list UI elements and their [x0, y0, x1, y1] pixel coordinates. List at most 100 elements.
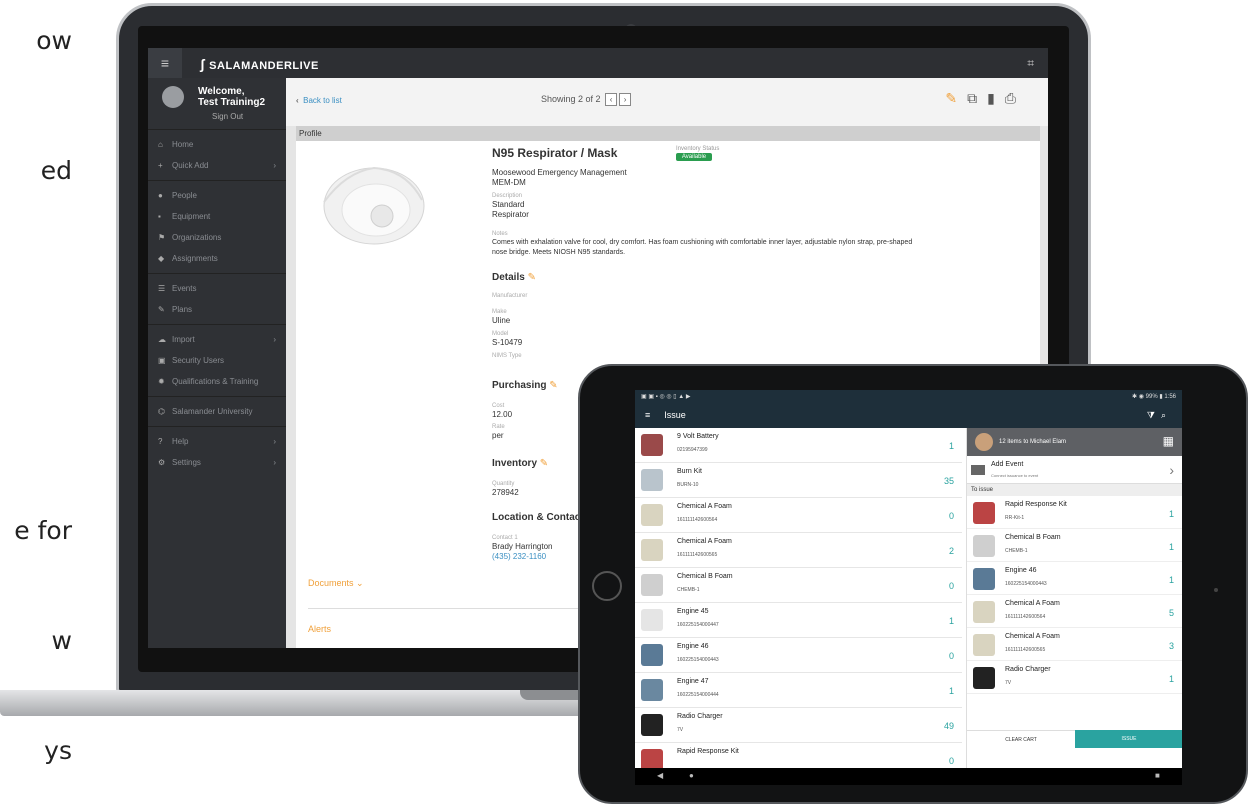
- truck-icon: [973, 535, 995, 557]
- sidebar-item-plans[interactable]: ✎ Plans: [148, 299, 286, 320]
- qr-code-icon[interactable]: ▦: [1163, 434, 1174, 448]
- org-name: Moosewood Emergency Management: [492, 168, 627, 177]
- home-icon[interactable]: ●: [689, 771, 694, 780]
- item-name: Rapid Response Kit: [677, 748, 739, 755]
- edit-purchasing-icon[interactable]: ✎: [549, 380, 557, 391]
- item-id: 160225154000443: [1005, 581, 1047, 587]
- sidebar-item-qualifications[interactable]: ✹ Qualifications & Training: [148, 371, 286, 392]
- search-icon[interactable]: ⌕: [1161, 410, 1172, 420]
- edit-inventory-icon[interactable]: ✎: [540, 458, 548, 469]
- sidebar-item-label: Security Users: [172, 356, 225, 365]
- cart-item[interactable]: Chemical B Foam CHEMB-1 1: [967, 529, 1182, 562]
- list-item[interactable]: Burn Kit BURN-10 35: [635, 463, 962, 498]
- cart-item[interactable]: Engine 46 160225154000443 1: [967, 562, 1182, 595]
- item-id: CHEMB-1: [1005, 548, 1028, 554]
- documents-toggle[interactable]: Documents ⌄: [308, 578, 364, 589]
- chevron-right-icon: ›: [273, 437, 276, 446]
- clear-cart-button[interactable]: CLEAR CART: [967, 730, 1075, 748]
- item-qty: 1: [1168, 509, 1174, 519]
- sidebar-item-label: Organizations: [172, 233, 222, 242]
- item-thumbnail: [641, 679, 663, 701]
- sidebar-item-home[interactable]: ⌂ Home: [148, 134, 286, 155]
- item-name: Chemical A Foam: [1005, 600, 1060, 607]
- recents-icon[interactable]: ■: [1155, 771, 1160, 780]
- field-label: Notes: [492, 231, 508, 237]
- chevron-right-icon: ›: [273, 458, 276, 467]
- sidebar-item-events[interactable]: ☰ Events: [148, 278, 286, 299]
- user-name: Test Training2: [198, 97, 266, 108]
- print-icon[interactable]: ⎙: [1005, 90, 1026, 106]
- gear-icon: ⚙: [158, 458, 166, 467]
- item-name: Chemical A Foam: [1005, 633, 1060, 640]
- edit-icon[interactable]: ✎: [945, 90, 967, 106]
- list-icon: ☰: [158, 284, 166, 293]
- menu-icon[interactable]: ≡: [148, 48, 182, 78]
- list-item[interactable]: Engine 47 160225154000444 1: [635, 673, 962, 708]
- item-thumbnail: [641, 469, 663, 491]
- inventory-fields: Quantity 278942: [492, 480, 519, 498]
- list-item[interactable]: Radio Charger 7V 49: [635, 708, 962, 743]
- copy-icon[interactable]: ⧉: [967, 90, 987, 106]
- award-icon: ✹: [158, 377, 165, 386]
- issue-button[interactable]: ISSUE: [1075, 730, 1182, 748]
- alerts-toggle[interactable]: Alerts: [308, 624, 331, 634]
- cart-item[interactable]: Chemical A Foam 161111142600564 5: [967, 595, 1182, 628]
- fullscreen-icon[interactable]: ⌗: [1027, 56, 1034, 71]
- edit-details-icon[interactable]: ✎: [528, 272, 536, 283]
- filter-icon[interactable]: ⧩: [1147, 410, 1161, 420]
- sidebar-item-people[interactable]: ● People: [148, 185, 286, 206]
- menu-icon[interactable]: ≡: [645, 410, 650, 420]
- sidebar-item-help[interactable]: ? Help ›: [148, 431, 286, 452]
- sidebar-item-university[interactable]: ⌬ Salamander University: [148, 401, 286, 422]
- item-thumbnail: [973, 667, 995, 689]
- sidebar-item-import[interactable]: ☁ Import ›: [148, 329, 286, 350]
- text-fragment: e for: [14, 516, 72, 545]
- back-icon[interactable]: ◀: [657, 771, 663, 780]
- sidebar-item-quick-add[interactable]: + Quick Add ›: [148, 155, 286, 176]
- list-item[interactable]: Engine 45 160225154000447 1: [635, 603, 962, 638]
- sidebar: Welcome, Test Training2 Sign Out ⌂ Home +…: [148, 78, 286, 648]
- section-title: Location & Contact: [492, 512, 584, 523]
- cart-item[interactable]: Rapid Response Kit RR-Kit-1 1: [967, 496, 1182, 529]
- sidebar-item-equipment[interactable]: ▪ Equipment: [148, 206, 286, 227]
- list-item[interactable]: Engine 46 160225154000443 0: [635, 638, 962, 673]
- sign-out-link[interactable]: Sign Out: [212, 112, 243, 121]
- sidebar-item-label: Help: [172, 437, 189, 446]
- details-fields: Manufacturer Make Uline Model S-10479 NI…: [492, 292, 527, 360]
- chevron-left-icon: ‹: [296, 96, 299, 105]
- text-fragment: ed: [40, 156, 72, 185]
- prev-page-button[interactable]: ‹: [605, 93, 618, 106]
- sidebar-item-assignments[interactable]: ◆ Assignments: [148, 248, 286, 269]
- sidebar-item-settings[interactable]: ⚙ Settings ›: [148, 452, 286, 473]
- list-item[interactable]: Chemical A Foam 161111142600565 2: [635, 533, 962, 568]
- item-qty: 1: [1168, 575, 1174, 585]
- cart-panel: 12 items to Michael Elam ▦ Add Event Con…: [966, 428, 1182, 768]
- app-bar: ≡ Issue ⧩⌕: [635, 404, 1182, 428]
- sidebar-item-label: Qualifications & Training: [172, 377, 259, 386]
- field-label: Quantity: [492, 481, 515, 487]
- field-value: Uline: [492, 316, 511, 325]
- status-bar: ▣ ▣ ▪ ◎ ◎ ▯ ▲ ▶ ✱ ◉ 99% ▮ 1:56: [635, 390, 1182, 404]
- cart-item[interactable]: Radio Charger 7V 1: [967, 661, 1182, 694]
- add-event-button[interactable]: Add Event Connect issuance to event ›: [967, 456, 1182, 484]
- tablet-frame: ▣ ▣ ▪ ◎ ◎ ▯ ▲ ▶ ✱ ◉ 99% ▮ 1:56 ≡ Issue ⧩⌕…: [578, 364, 1248, 804]
- purchasing-fields: Cost 12.00 Rate per: [492, 402, 512, 441]
- item-id: RR-Kit-1: [1005, 515, 1025, 521]
- trash-icon[interactable]: ▮: [987, 90, 1005, 106]
- sidebar-item-security-users[interactable]: ▣ Security Users: [148, 350, 286, 371]
- list-item[interactable]: Chemical A Foam 161111142600564 0: [635, 498, 962, 533]
- top-bar: ≡ ʃ SALAMANDERLIVE ⌗: [148, 48, 1048, 78]
- next-page-button[interactable]: ›: [619, 93, 632, 106]
- sidebar-item-label: Plans: [172, 305, 193, 314]
- contact-phone-link[interactable]: (435) 232-1160: [492, 552, 552, 562]
- item-title: N95 Respirator / Mask: [492, 146, 618, 160]
- list-item[interactable]: Chemical B Foam CHEMB-1 0: [635, 568, 962, 603]
- item-thumbnail: [973, 568, 995, 590]
- item-name: Engine 45: [677, 608, 709, 615]
- item-thumbnail: [641, 714, 663, 736]
- tablet-home-button[interactable]: [592, 571, 622, 601]
- cart-item[interactable]: Chemical A Foam 161111142600565 3: [967, 628, 1182, 661]
- sidebar-item-organizations[interactable]: ⚑ Organizations: [148, 227, 286, 248]
- list-item[interactable]: 9 Volt Battery 02195947399 1: [635, 428, 962, 463]
- back-to-list-link[interactable]: ‹ Back to list: [296, 96, 342, 105]
